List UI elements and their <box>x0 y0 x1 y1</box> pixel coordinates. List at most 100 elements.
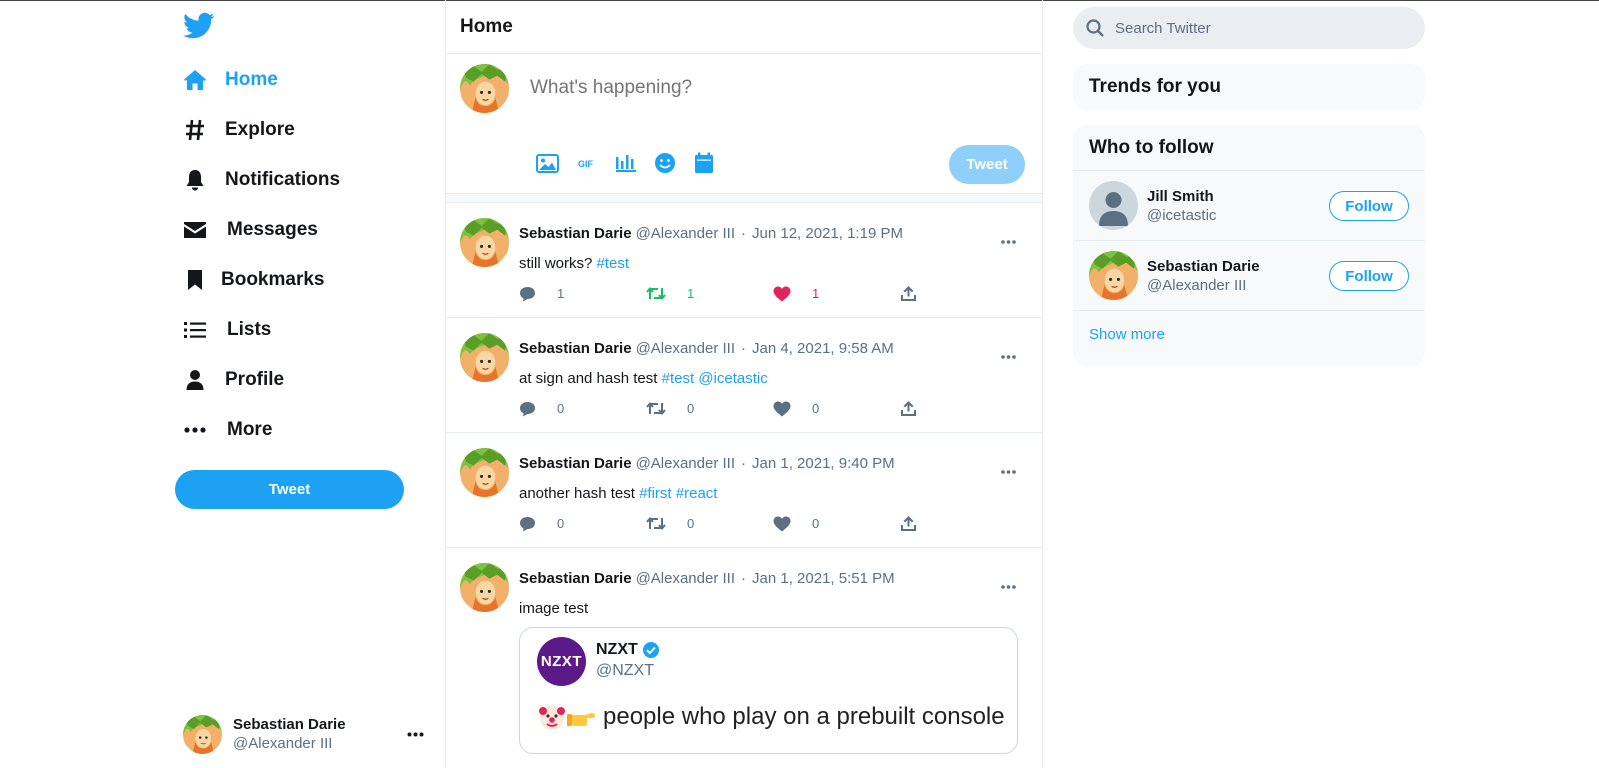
search-input[interactable] <box>1115 19 1395 37</box>
home-icon <box>183 68 207 92</box>
page-title: Home <box>460 15 513 37</box>
sidebar-item-label: More <box>227 419 273 440</box>
heart-icon <box>773 516 791 531</box>
separator-dot: · <box>741 455 747 472</box>
tweet[interactable]: Sebastian Darie @Alexander III · Jan 4, … <box>446 318 1042 433</box>
suggestion-name[interactable]: Jill Smith <box>1147 187 1216 206</box>
suggestion-handle[interactable]: @icetastic <box>1147 206 1216 225</box>
like-button[interactable]: 0 <box>773 515 900 532</box>
more-dots-icon[interactable] <box>1001 461 1016 479</box>
more-dots-icon[interactable] <box>1001 576 1016 594</box>
poll-icon[interactable] <box>606 151 645 175</box>
trends-title: Trends for you <box>1089 76 1221 97</box>
reply-button[interactable]: 0 <box>519 400 646 417</box>
sidebar-item-bookmarks[interactable]: Bookmarks <box>183 260 325 300</box>
follow-button[interactable]: Follow <box>1329 261 1409 291</box>
tweet[interactable]: Sebastian Darie @Alexander III · Jun 12,… <box>446 203 1042 318</box>
tweet-timestamp[interactable]: Jan 4, 2021, 9:58 AM <box>752 340 894 357</box>
quoted-author: NZXT <box>596 641 660 659</box>
avatar[interactable] <box>460 563 509 612</box>
avatar[interactable] <box>460 218 509 267</box>
tweet-author-handle[interactable]: @Alexander III <box>636 340 735 357</box>
twitter-logo-icon[interactable] <box>183 12 215 42</box>
sidebar-item-messages[interactable]: Messages <box>183 210 318 250</box>
sidebar-item-label: Lists <box>227 319 272 340</box>
tweet-author-handle[interactable]: @Alexander III <box>636 455 735 472</box>
image-icon[interactable] <box>528 151 567 175</box>
tweet-timestamp[interactable]: Jan 1, 2021, 5:51 PM <box>752 570 895 587</box>
hashtag-link[interactable]: #first <box>639 485 672 502</box>
tweet[interactable]: Sebastian Darie @Alexander III · Jan 1, … <box>446 433 1042 548</box>
retweet-button[interactable]: 1 <box>646 285 773 302</box>
tweet-text: still works? #test <box>519 255 629 272</box>
tweet-author-handle[interactable]: @Alexander III <box>636 570 735 587</box>
show-more-link[interactable]: Show more <box>1073 311 1425 358</box>
reply-button[interactable]: 1 <box>519 285 646 302</box>
follow-button[interactable]: Follow <box>1329 191 1409 221</box>
sidebar-item-lists[interactable]: Lists <box>183 310 271 350</box>
tweet-timestamp[interactable]: Jan 1, 2021, 9:40 PM <box>752 455 895 472</box>
suggestion-name[interactable]: Sebastian Darie <box>1147 257 1260 276</box>
more-dots-icon[interactable] <box>1001 346 1016 364</box>
sidebar-item-more[interactable]: More <box>183 410 272 450</box>
avatar[interactable] <box>460 448 509 497</box>
tweet[interactable]: Sebastian Darie @Alexander III · Jan 1, … <box>446 548 1042 768</box>
sidebar-tweet-button[interactable]: Tweet <box>175 470 404 509</box>
avatar[interactable] <box>460 333 509 382</box>
share-icon <box>901 401 916 416</box>
compose-tweet-button[interactable]: Tweet <box>949 145 1025 184</box>
tweet-author-name[interactable]: Sebastian Darie <box>519 340 632 357</box>
list-icon <box>183 318 207 342</box>
reply-button[interactable]: 0 <box>519 515 646 532</box>
svg-text:GIF: GIF <box>578 159 594 169</box>
quoted-author-handle: @NZXT <box>596 662 655 679</box>
sidebar-item-label: Messages <box>227 219 318 240</box>
gif-icon[interactable]: GIF <box>567 151 606 175</box>
hashtag-link[interactable]: #test <box>662 370 695 387</box>
tweet-text: at sign and hash test #test @icetastic <box>519 370 768 387</box>
avatar <box>460 64 509 113</box>
tweet-image[interactable]: NZXT NZXT @NZXT people who play on a pre… <box>519 627 1018 754</box>
quoted-text-content: people who play on a prebuilt console <box>603 703 1005 730</box>
tweet-text-content: at sign and hash test <box>519 370 658 387</box>
retweet-button[interactable]: 0 <box>646 400 773 417</box>
tweet-author-name[interactable]: Sebastian Darie <box>519 570 632 587</box>
compose-input[interactable] <box>530 77 930 99</box>
sidebar-item-profile[interactable]: Profile <box>183 360 284 400</box>
share-button[interactable] <box>900 515 1027 532</box>
schedule-icon[interactable] <box>684 151 723 175</box>
mention-link[interactable]: @icetastic <box>698 370 767 387</box>
hashtag-link[interactable]: #test <box>597 255 630 272</box>
default-avatar-icon <box>1089 181 1138 230</box>
suggestion-handle[interactable]: @Alexander III <box>1147 276 1260 295</box>
envelope-icon <box>183 218 207 242</box>
account-handle: @Alexander III <box>233 735 333 752</box>
sidebar-item-notifications[interactable]: Notifications <box>183 160 340 200</box>
left-sidebar: Home Explore Notifications Messages Book… <box>175 0 425 768</box>
like-button[interactable]: 1 <box>773 285 900 302</box>
share-button[interactable] <box>900 285 1027 302</box>
reply-count: 0 <box>557 516 565 531</box>
more-dots-icon[interactable] <box>407 724 424 742</box>
like-count: 0 <box>812 516 820 531</box>
tweet-author-name[interactable]: Sebastian Darie <box>519 455 632 472</box>
retweet-button[interactable]: 0 <box>646 515 773 532</box>
trends-panel: Trends for you <box>1073 64 1425 110</box>
sidebar-item-home[interactable]: Home <box>183 60 278 100</box>
account-switcher[interactable]: Sebastian Darie @Alexander III <box>183 712 428 756</box>
tweet-author-name[interactable]: Sebastian Darie <box>519 225 632 242</box>
hashtag-link[interactable]: #react <box>676 485 718 502</box>
hash-icon <box>183 118 207 142</box>
share-button[interactable] <box>900 400 1027 417</box>
tweet-author-handle[interactable]: @Alexander III <box>636 225 735 242</box>
tweet-timestamp[interactable]: Jun 12, 2021, 1:19 PM <box>752 225 903 242</box>
retweet-count: 0 <box>687 516 695 531</box>
follow-suggestion[interactable]: Jill Smith @icetastic Follow <box>1073 171 1425 241</box>
search-bar[interactable] <box>1073 7 1425 49</box>
more-dots-icon[interactable] <box>1001 231 1016 249</box>
emoji-icon[interactable] <box>645 151 684 175</box>
bell-icon <box>183 168 207 192</box>
like-button[interactable]: 0 <box>773 400 900 417</box>
follow-suggestion[interactable]: Sebastian Darie @Alexander III Follow <box>1073 241 1425 311</box>
sidebar-item-explore[interactable]: Explore <box>183 110 295 150</box>
